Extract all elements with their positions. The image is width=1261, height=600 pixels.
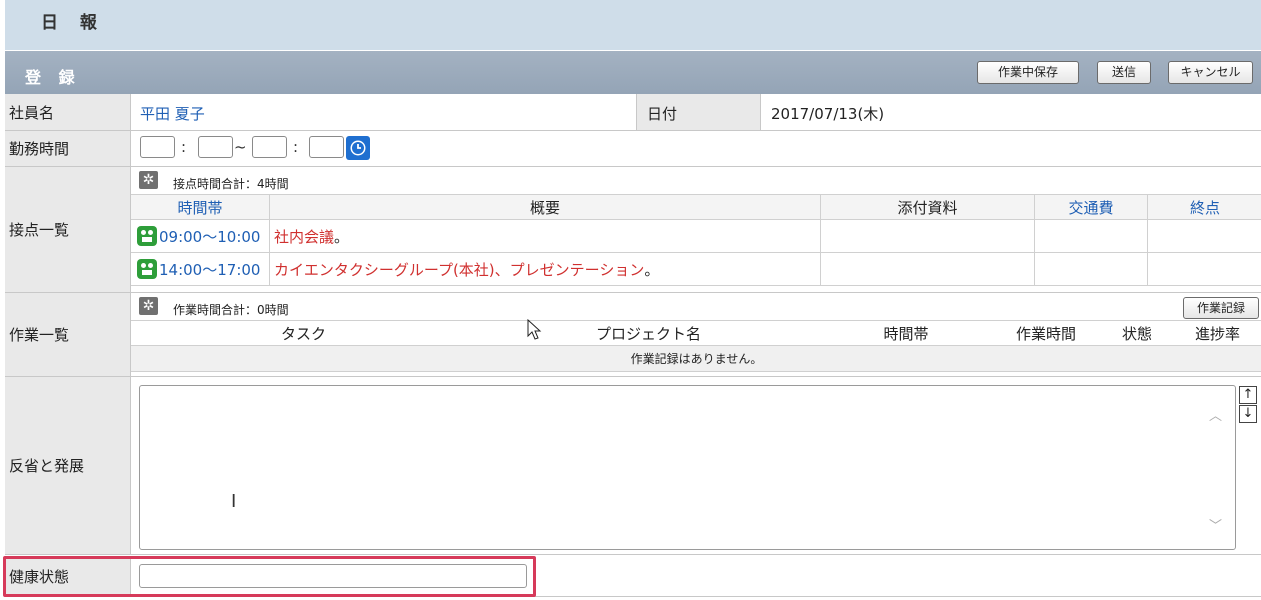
- column-header-transport-cost[interactable]: 交通費: [1035, 195, 1148, 219]
- work-hours-value-cell: : ~ :: [130, 131, 1261, 166]
- health-input[interactable]: [139, 564, 527, 588]
- task-record-button[interactable]: 作業記録: [1183, 297, 1259, 319]
- clock-icon[interactable]: [346, 136, 370, 160]
- contact-time-link[interactable]: 09:00～10:00: [159, 226, 260, 247]
- reflection-label: 反省と発展: [5, 377, 130, 554]
- empty-task-message: 作業記録はありません。: [131, 346, 1261, 372]
- transport-cost-cell: [1035, 253, 1148, 285]
- contacts-value-cell: ✲ 接点時間合計：4時間 時間帯 概要 添付資料 交通費 終点 09:00～10…: [130, 167, 1261, 292]
- expand-up-arrow-icon[interactable]: ↑: [1239, 386, 1257, 404]
- colon-separator: :: [293, 138, 299, 156]
- time-cell: 09:00～10:00: [131, 220, 270, 252]
- employee-value-cell: 平田 夏子 日付 2017/07/13(木): [130, 94, 1261, 130]
- visit-icon[interactable]: [137, 226, 157, 246]
- section-title: 登 録: [25, 68, 81, 87]
- employee-name[interactable]: 平田 夏子: [140, 103, 205, 124]
- gear-icon[interactable]: ✲: [139, 171, 158, 189]
- colon-separator: :: [181, 138, 187, 156]
- contacts-row: 接点一覧 ✲ 接点時間合計：4時間 時間帯 概要 添付資料 交通費 終点 09:…: [5, 167, 1261, 293]
- endpoint-cell: [1148, 253, 1261, 285]
- contact-time-link[interactable]: 14:00～17:00: [159, 259, 260, 280]
- expand-down-arrow-icon[interactable]: ↓: [1239, 405, 1257, 423]
- contact-summary-link[interactable]: 社内会議: [274, 226, 334, 247]
- health-row: 健康状態: [5, 556, 1261, 597]
- attachment-cell: [821, 253, 1035, 285]
- visit-icon[interactable]: [137, 259, 157, 279]
- reflection-textarea[interactable]: [139, 385, 1236, 550]
- summary-cell: 社内会議。: [270, 220, 821, 252]
- reflection-value-cell: ︿ ﹀ ↑ ↓ I: [130, 377, 1261, 554]
- work-hours-label: 勤務時間: [5, 131, 130, 166]
- cancel-button[interactable]: キャンセル: [1168, 61, 1253, 84]
- tilde-separator: ~: [234, 138, 247, 156]
- column-header-progress: 進捗率: [1194, 324, 1240, 343]
- page-header: 日 報: [5, 0, 1261, 50]
- attachment-cell: [821, 220, 1035, 252]
- scroll-down-chevron-icon[interactable]: ﹀: [1209, 515, 1222, 534]
- tasks-table-header: タスク プロジェクト名 時間帯 作業時間 状態 進捗率: [131, 320, 1261, 346]
- employee-row: 社員名 平田 夏子 日付 2017/07/13(木): [5, 94, 1261, 131]
- contact-time-summary: 接点時間合計：4時間: [173, 177, 289, 191]
- date-value: 2017/07/13(木): [771, 105, 885, 123]
- column-header-time[interactable]: 時間帯: [131, 195, 270, 219]
- health-label: 健康状態: [5, 556, 130, 596]
- start-minute-input[interactable]: [198, 136, 233, 158]
- tasks-row: 作業一覧 ✲ 作業時間合計：0時間 作業記録 タスク プロジェクト名 時間帯 作…: [5, 293, 1261, 377]
- section-header: 登 録 作業中保存 送信 キャンセル: [5, 51, 1261, 94]
- date-label: 日付: [647, 105, 678, 123]
- table-row: 14:00～17:00 カイエンタクシーグループ(本社)、プレゼンテーション。: [131, 253, 1261, 286]
- column-header-summary: 概要: [270, 195, 821, 219]
- start-hour-input[interactable]: [140, 136, 175, 158]
- time-cell: 14:00～17:00: [131, 253, 270, 285]
- contacts-label: 接点一覧: [5, 167, 130, 292]
- column-header-status: 状態: [1121, 324, 1152, 343]
- task-time-summary: 作業時間合計：0時間: [173, 303, 289, 317]
- end-hour-input[interactable]: [252, 136, 287, 158]
- column-header-attachments: 添付資料: [821, 195, 1035, 219]
- date-label-cell: 日付: [636, 94, 761, 130]
- tasks-label: 作業一覧: [5, 293, 130, 376]
- send-button[interactable]: 送信: [1097, 61, 1151, 84]
- page-title: 日 報: [41, 13, 105, 33]
- gear-icon[interactable]: ✲: [139, 297, 158, 315]
- column-header-timeslot: 時間帯: [883, 324, 929, 343]
- work-hours-row: 勤務時間 : ~ :: [5, 131, 1261, 167]
- tasks-value-cell: ✲ 作業時間合計：0時間 作業記録 タスク プロジェクト名 時間帯 作業時間 状…: [130, 293, 1261, 376]
- text-cursor-icon: I: [231, 491, 237, 512]
- scroll-up-chevron-icon[interactable]: ︿: [1209, 405, 1222, 424]
- employee-label: 社員名: [5, 94, 130, 130]
- column-header-task: タスク: [280, 324, 326, 343]
- column-header-endpoint[interactable]: 終点: [1148, 195, 1261, 219]
- reflection-row: 反省と発展 ︿ ﹀ ↑ ↓ I: [5, 377, 1261, 555]
- summary-suffix: 。: [644, 260, 660, 279]
- save-draft-button[interactable]: 作業中保存: [977, 61, 1079, 84]
- mouse-cursor-icon: [527, 319, 542, 340]
- summary-cell: カイエンタクシーグループ(本社)、プレゼンテーション。: [270, 253, 821, 285]
- end-minute-input[interactable]: [309, 136, 344, 158]
- contact-summary-link[interactable]: カイエンタクシーグループ(本社)、プレゼンテーション: [274, 259, 644, 280]
- column-header-work-time: 作業時間: [1015, 324, 1076, 343]
- summary-suffix: 。: [334, 227, 350, 246]
- table-row: 09:00～10:00 社内会議。: [131, 220, 1261, 253]
- contacts-table-header: 時間帯 概要 添付資料 交通費 終点: [131, 194, 1261, 220]
- transport-cost-cell: [1035, 220, 1148, 252]
- endpoint-cell: [1148, 220, 1261, 252]
- health-value-cell: [130, 556, 1261, 596]
